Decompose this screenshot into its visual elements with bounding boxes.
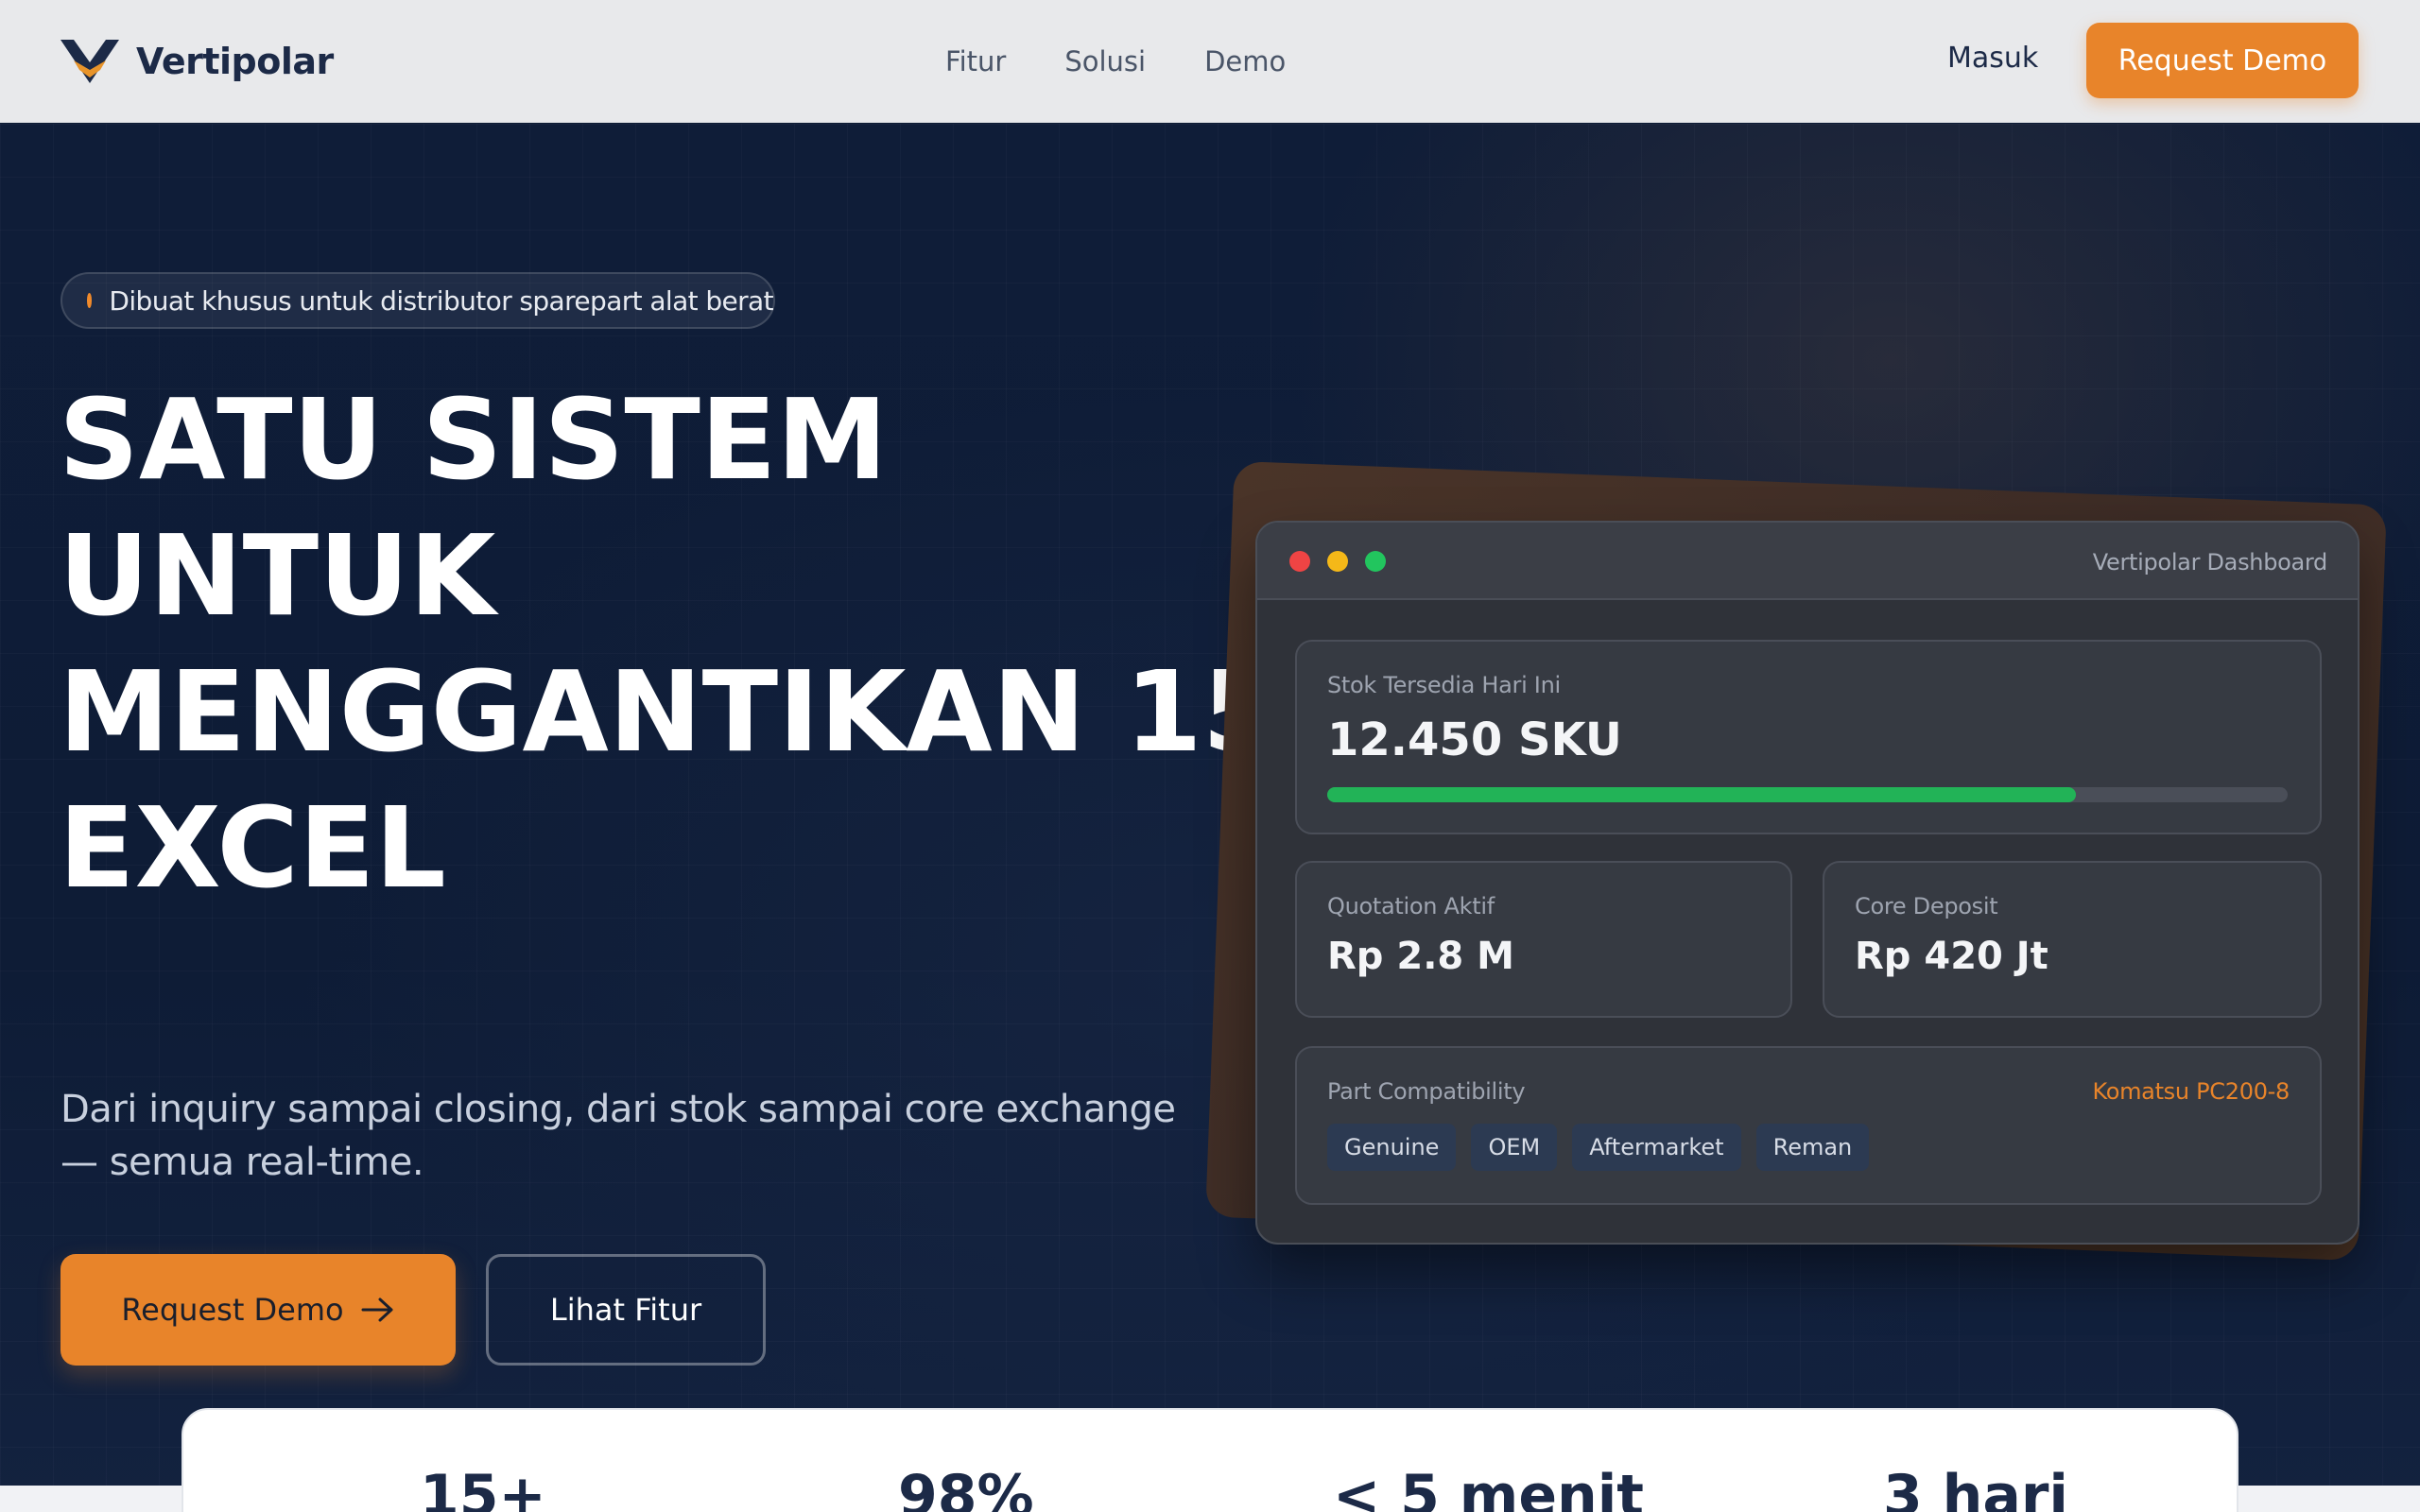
window-close-dot-icon <box>1289 551 1310 572</box>
window-maximize-dot-icon <box>1365 551 1386 572</box>
hero-section: Dibuat khusus untuk distributor sparepar… <box>0 124 2420 1512</box>
core-deposit-panel: Core Deposit Rp 420 Jt <box>1823 861 2322 1018</box>
hero-subtext: Dari inquiry sampai closing, dari stok s… <box>60 1088 1176 1184</box>
headline-line-3: MENGGANTIKAN 15+ <box>59 646 1374 777</box>
nav-request-demo-button[interactable]: Request Demo <box>2086 23 2359 98</box>
stock-panel: Stok Tersedia Hari Ini 12.450 SKU <box>1295 640 2322 834</box>
part-model-label: Komatsu PC200-8 <box>2092 1078 2290 1105</box>
stat-response-time: < 5 menit <box>1333 1463 1644 1512</box>
headline-line-1: SATU SISTEM <box>59 374 888 505</box>
arrow-right-icon <box>361 1297 393 1322</box>
stock-progress-bar <box>1327 787 2288 802</box>
brand-logo-link[interactable]: Vertipolar <box>60 36 334 87</box>
nav-link-demo[interactable]: Demo <box>1204 45 1286 77</box>
hero-badge: Dibuat khusus untuk distributor sparepar… <box>60 272 775 329</box>
tag-oem: OEM <box>1471 1124 1558 1171</box>
window-minimize-dot-icon <box>1327 551 1348 572</box>
hero-request-demo-button[interactable]: Request Demo <box>60 1254 456 1366</box>
main-nav: Fitur Solusi Demo <box>945 42 1344 81</box>
vertipolar-logo-icon <box>60 40 119 83</box>
quotation-panel: Quotation Aktif Rp 2.8 M <box>1295 861 1792 1018</box>
stats-strip: 15+ 98% < 5 menit 3 hari <box>182 1408 2238 1512</box>
stock-progress-fill <box>1327 787 2077 802</box>
core-deposit-value: Rp 420 Jt <box>1855 935 2048 978</box>
stat-accuracy: 98% <box>898 1463 1034 1512</box>
hero-view-features-button[interactable]: Lihat Fitur <box>486 1254 766 1366</box>
brand-name: Vertipolar <box>136 41 334 82</box>
stat-excel-replaced: 15+ <box>420 1463 546 1512</box>
tag-genuine: Genuine <box>1327 1124 1457 1171</box>
hero-headline: SATU SISTEM UNTUK MENGGANTIKAN 15+ EXCEL <box>59 371 1374 916</box>
part-compatibility-panel: Part Compatibility Komatsu PC200-8 Genui… <box>1295 1046 2322 1205</box>
stock-value: 12.450 SKU <box>1327 713 1622 766</box>
quotation-value: Rp 2.8 M <box>1327 935 1514 978</box>
part-tags: Genuine OEM Aftermarket Reman <box>1327 1124 1870 1171</box>
top-navbar: Vertipolar Fitur Solusi Demo Masuk Reque… <box>0 0 2420 123</box>
stock-label: Stok Tersedia Hari Ini <box>1327 672 1561 698</box>
nav-link-solusi[interactable]: Solusi <box>1064 45 1146 77</box>
dashboard-window-title: Vertipolar Dashboard <box>2092 549 2328 576</box>
badge-dot-icon <box>87 293 93 308</box>
dashboard-preview: Vertipolar Dashboard Stok Tersedia Hari … <box>1255 521 2360 1245</box>
dashboard-window-bar: Vertipolar Dashboard <box>1257 523 2358 600</box>
part-compatibility-label: Part Compatibility <box>1327 1078 1526 1105</box>
headline-line-4: EXCEL <box>59 782 446 913</box>
badge-text: Dibuat khusus untuk distributor sparepar… <box>109 284 773 317</box>
tag-reman: Reman <box>1755 1124 1870 1171</box>
stat-setup-time: 3 hari <box>1883 1463 2068 1512</box>
quotation-label: Quotation Aktif <box>1327 893 1495 919</box>
hero-request-demo-label: Request Demo <box>121 1292 344 1328</box>
headline-line-2: UNTUK <box>59 510 496 641</box>
core-deposit-label: Core Deposit <box>1855 893 1998 919</box>
tag-aftermarket: Aftermarket <box>1572 1124 1741 1171</box>
nav-link-fitur[interactable]: Fitur <box>945 45 1006 77</box>
login-link[interactable]: Masuk <box>1947 42 2038 75</box>
